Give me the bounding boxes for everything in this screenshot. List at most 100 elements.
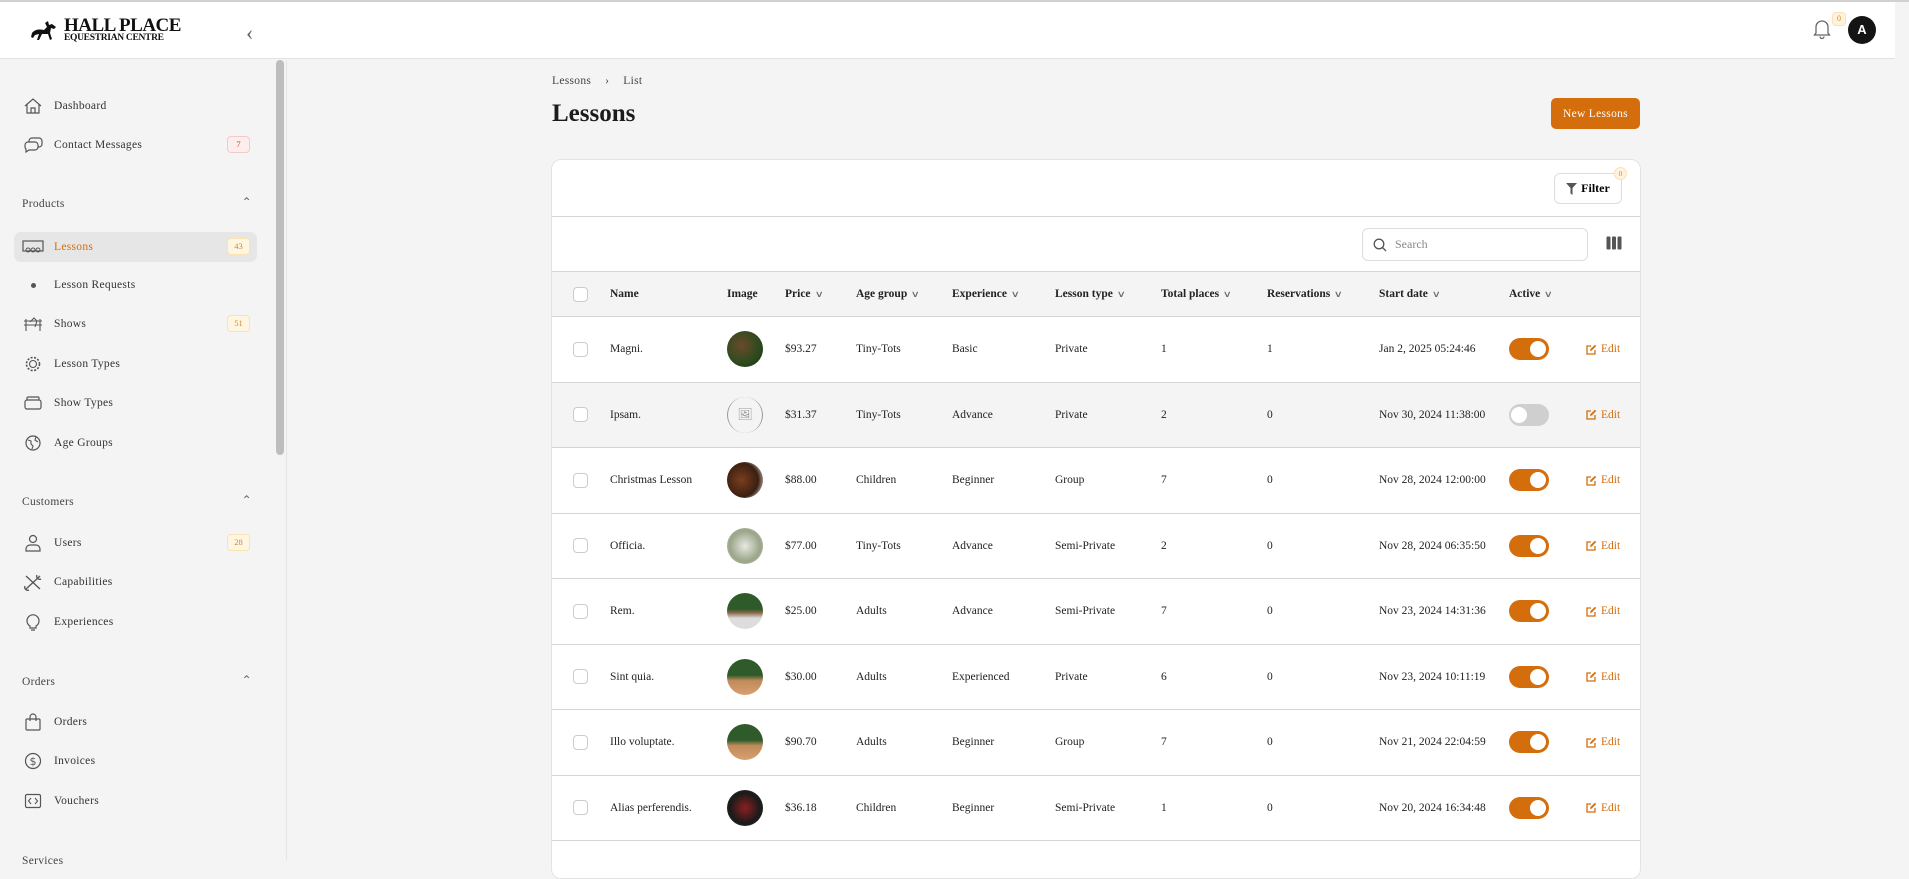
row-checkbox[interactable] xyxy=(573,407,588,423)
column-header-reservations[interactable]: Reservations ∨ xyxy=(1267,288,1379,300)
cell-start-date: Nov 30, 2024 11:38:00 xyxy=(1379,408,1486,421)
active-toggle[interactable] xyxy=(1509,338,1549,361)
sidebar-item-lessons[interactable]: Lessons 43 xyxy=(14,232,257,262)
column-header-start-date[interactable]: Start date ∨ xyxy=(1379,288,1509,300)
edit-link[interactable]: Edit xyxy=(1586,539,1640,552)
sidebar-item-experiences[interactable]: Experiences xyxy=(14,607,257,637)
section-products[interactable]: Products ⌃ xyxy=(22,195,252,210)
sidebar-item-show-types[interactable]: Show Types xyxy=(14,388,257,418)
table-row[interactable]: Magni. $93.27 Tiny-Tots Basic Private 1 1 Jan 2… xyxy=(552,317,1640,383)
sidebar-item-label: Lessons xyxy=(54,241,94,253)
active-toggle[interactable] xyxy=(1509,403,1549,426)
sidebar-item-age-groups[interactable]: Age Groups xyxy=(14,428,257,458)
cell-name: Magni. xyxy=(610,343,643,356)
table-row[interactable]: Sint quia. $30.00 Adults Experienced Private… xyxy=(552,645,1640,710)
cell-reservations: 0 xyxy=(1267,408,1273,421)
edit-link[interactable]: Edit xyxy=(1586,343,1640,355)
column-header-experience[interactable]: Experience ∨ xyxy=(952,288,1055,300)
table-row[interactable]: Officia. $77.00 Tiny-Tots Advance Semi-Priva… xyxy=(552,514,1640,579)
cell-age-group: Children xyxy=(856,801,897,814)
column-header-lesson-type[interactable]: Lesson type ∨ xyxy=(1055,288,1161,300)
cell-total-places: 1 xyxy=(1161,801,1167,814)
column-header-active[interactable]: Active ∨ xyxy=(1509,288,1586,300)
section-label: Services xyxy=(22,855,64,867)
active-toggle[interactable] xyxy=(1509,796,1549,819)
active-toggle[interactable] xyxy=(1509,469,1549,492)
edit-label: Edit xyxy=(1601,539,1621,552)
active-toggle[interactable] xyxy=(1509,731,1549,754)
column-header-price[interactable]: Price ∨ xyxy=(785,288,856,300)
column-header-total-places[interactable]: Total places ∨ xyxy=(1161,288,1267,300)
top-bar: HALL PLACE EQUESTRIAN CENTRE ‹ xyxy=(0,2,1895,59)
table-row[interactable]: Rem. $25.00 Adults Advance Semi-Private 7 0 Nov… xyxy=(552,579,1640,645)
cell-lesson-type: Private xyxy=(1055,408,1088,421)
edit-link[interactable]: Edit xyxy=(1586,474,1640,486)
sort-chevron-icon: ∨ xyxy=(1010,288,1020,299)
edit-link[interactable]: Edit xyxy=(1586,802,1640,814)
cell-name: Rem. xyxy=(610,605,635,618)
sidebar-divider xyxy=(286,60,287,860)
section-customers[interactable]: Customers ⌃ xyxy=(22,493,252,508)
row-checkbox[interactable] xyxy=(573,341,588,357)
row-checkbox[interactable] xyxy=(573,734,588,750)
row-checkbox[interactable] xyxy=(573,472,588,488)
row-checkbox[interactable] xyxy=(573,669,588,685)
sidebar-item-users[interactable]: Users 28 xyxy=(14,528,257,558)
sort-chevron-icon: ∨ xyxy=(1222,288,1232,299)
sidebar-item-label: Contact Messages xyxy=(54,139,143,151)
search-input[interactable] xyxy=(1395,237,1575,252)
breadcrumb-chevron-right-icon: › xyxy=(605,75,610,87)
section-label: Orders xyxy=(22,676,56,688)
edit-link[interactable]: Edit xyxy=(1586,409,1640,421)
table-row[interactable]: Ipsam. 🖼 $31.37 Tiny-Tots Advance Private 2 0 No… xyxy=(552,382,1640,448)
row-checkbox[interactable] xyxy=(573,603,588,619)
filter-label: Filter xyxy=(1581,181,1610,195)
breadcrumb-lessons-link[interactable]: Lessons xyxy=(552,75,591,87)
cell-price: $90.70 xyxy=(785,736,817,749)
sidebar-item-lesson-types[interactable]: Lesson Types xyxy=(14,349,257,379)
user-avatar[interactable]: A xyxy=(1848,16,1876,44)
edit-link[interactable]: Edit xyxy=(1586,736,1640,748)
sidebar-item-vouchers[interactable]: Vouchers xyxy=(14,786,257,816)
edit-icon xyxy=(1586,737,1597,748)
active-toggle[interactable] xyxy=(1509,600,1549,623)
cell-reservations: 0 xyxy=(1267,539,1273,552)
sidebar-item-invoices[interactable]: $ Invoices xyxy=(14,746,257,776)
collapse-sidebar-chevron-left-icon[interactable]: ‹ xyxy=(246,20,253,46)
sidebar-item-contact-messages[interactable]: Contact Messages 7 xyxy=(14,130,257,160)
sidebar-item-orders[interactable]: Orders xyxy=(14,707,257,737)
cell-total-places: 1 xyxy=(1161,343,1167,356)
cell-experience: Advance xyxy=(952,408,993,421)
table-header: Name Image Price ∨ Age group ∨ Experience ∨… xyxy=(552,272,1640,317)
filter-button[interactable]: Filter xyxy=(1554,173,1622,204)
select-all-checkbox[interactable] xyxy=(573,286,588,302)
cell-price: $31.37 xyxy=(785,408,817,421)
sidebar-scrollbar[interactable] xyxy=(276,60,284,455)
column-header-age-group[interactable]: Age group ∨ xyxy=(856,288,952,300)
cell-total-places: 2 xyxy=(1161,539,1167,552)
cell-reservations: 0 xyxy=(1267,605,1273,618)
columns-toggle-icon[interactable] xyxy=(1606,236,1622,255)
section-orders[interactable]: Orders ⌃ xyxy=(22,673,252,688)
cell-start-date: Nov 28, 2024 06:35:50 xyxy=(1379,539,1486,552)
column-header-name: Name xyxy=(610,288,639,300)
logo[interactable]: HALL PLACE EQUESTRIAN CENTRE xyxy=(30,16,181,43)
active-toggle[interactable] xyxy=(1509,534,1549,557)
notifications-bell-icon[interactable] xyxy=(1812,18,1832,45)
sidebar-item-lesson-requests[interactable]: Lesson Requests xyxy=(14,270,257,300)
edit-link[interactable]: Edit xyxy=(1586,605,1640,617)
edit-link[interactable]: Edit xyxy=(1586,671,1640,683)
table-row[interactable]: Illo voluptate. $90.70 Adults Beginner Group… xyxy=(552,710,1640,776)
sidebar-item-shows[interactable]: Shows 51 xyxy=(14,309,257,339)
table-row[interactable]: Alias perferendis. $36.18 Children Beginner… xyxy=(552,776,1640,841)
row-checkbox[interactable] xyxy=(573,800,588,816)
section-services[interactable]: Services xyxy=(22,855,252,867)
table-row[interactable]: Christmas Lesson $88.00 Children Beginner Gr… xyxy=(552,448,1640,514)
sidebar-item-dashboard[interactable]: Dashboard xyxy=(14,91,257,121)
new-lessons-button[interactable]: New Lessons xyxy=(1551,98,1640,129)
row-checkbox[interactable] xyxy=(573,538,588,554)
cell-total-places: 2 xyxy=(1161,408,1167,421)
breadcrumb-current: List xyxy=(623,75,643,87)
sidebar-item-capabilities[interactable]: Capabilities xyxy=(14,567,257,597)
active-toggle[interactable] xyxy=(1509,665,1549,688)
